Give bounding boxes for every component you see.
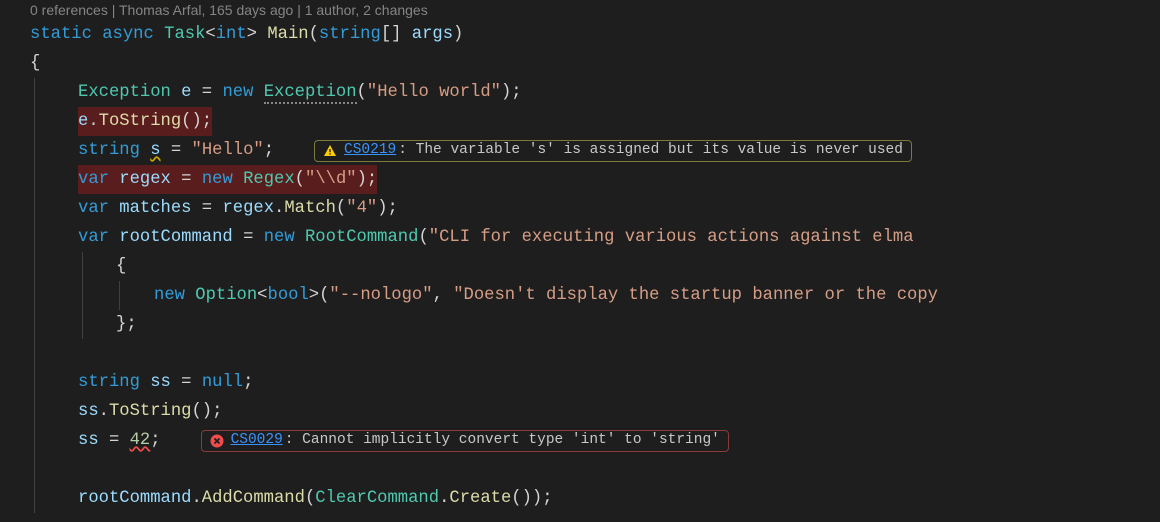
string-literal: "\\d": [305, 170, 357, 189]
keyword-var: var: [78, 199, 109, 218]
var-s: s: [150, 141, 160, 160]
keyword-string: string: [78, 373, 140, 392]
string-literal: "--nologo": [329, 286, 432, 305]
code-line-tostring-1: e.ToString();: [0, 107, 1160, 136]
codelens[interactable]: 0 references | Thomas Arfal, 165 days ag…: [0, 0, 1160, 20]
method-match: Match: [284, 199, 336, 218]
keyword-string: string: [78, 141, 140, 160]
string-literal: "Hello world": [367, 83, 501, 102]
diagnostic-message: : The variable 's' is assigned but its v…: [398, 136, 903, 165]
ctor-rootcommand: RootCommand: [305, 228, 418, 247]
code-line-option: new Option<bool>("--nologo", "Doesn't di…: [0, 281, 1160, 310]
code-line-open-brace: {: [0, 49, 1160, 78]
method-tostring: ToString: [109, 402, 192, 421]
ctor-option: Option: [195, 286, 257, 305]
diagnostic-code-link[interactable]: CS0029: [231, 426, 283, 455]
diagnostic-message: : Cannot implicitly convert type 'int' t…: [285, 426, 720, 455]
var-matches: matches: [119, 199, 191, 218]
keyword-bool: bool: [268, 286, 309, 305]
param-args: args: [412, 25, 453, 44]
type-task: Task: [164, 25, 205, 44]
ctor-regex: Regex: [243, 170, 295, 189]
code-line-addcommand: rootCommand.AddCommand(ClearCommand.Crea…: [0, 484, 1160, 513]
var-rootcommand: rootCommand: [119, 228, 232, 247]
string-literal: "Doesn't display the startup banner or t…: [453, 286, 938, 305]
code-line-blank: [0, 339, 1160, 368]
inline-diagnostic-warning[interactable]: CS0219 : The variable 's' is assigned bu…: [314, 140, 912, 162]
keyword-new: new: [222, 83, 253, 102]
var-regex: regex: [222, 199, 274, 218]
code-line-initializer-close: };: [0, 310, 1160, 339]
keyword-var: var: [78, 170, 109, 189]
code-line-rootcommand: var rootCommand = new RootCommand("CLI f…: [0, 223, 1160, 252]
var-regex: regex: [119, 170, 171, 189]
code-line-signature: static async Task<int> Main(string[] arg…: [0, 20, 1160, 49]
ctor-exception: Exception: [264, 83, 357, 104]
code-line-matches: var matches = regex.Match("4");: [0, 194, 1160, 223]
warning-icon: [323, 144, 337, 158]
keyword-static: static: [30, 25, 92, 44]
method-main: Main: [267, 25, 308, 44]
var-rootcommand: rootCommand: [78, 489, 191, 508]
string-literal: "4": [346, 199, 377, 218]
code-line-exception-decl: Exception e = new Exception("Hello world…: [0, 78, 1160, 107]
method-tostring: ToString: [99, 112, 182, 131]
type-clearcommand: ClearCommand: [315, 489, 439, 508]
method-create: Create: [449, 489, 511, 508]
keyword-string: string: [319, 25, 381, 44]
string-literal: "CLI for executing various actions again…: [429, 228, 914, 247]
code-line-regex: var regex = new Regex("\\d");: [0, 165, 1160, 194]
string-literal: "Hello": [192, 141, 264, 160]
keyword-var: var: [78, 228, 109, 247]
inline-diagnostic-error[interactable]: CS0029 : Cannot implicitly convert type …: [201, 430, 729, 452]
var-ss: ss: [78, 431, 99, 450]
code-line-ss-tostring: ss.ToString();: [0, 397, 1160, 426]
code-line-blank: [0, 455, 1160, 484]
code-line-initializer-open: {: [0, 252, 1160, 281]
var-ss: ss: [78, 402, 99, 421]
var-e: e: [181, 83, 191, 102]
number-literal: 42: [130, 431, 151, 450]
code-line-ss-decl: string ss = null;: [0, 368, 1160, 397]
type-exception: Exception: [78, 83, 171, 102]
code-line-string-s: string s = "Hello"; CS0219 : The variabl…: [0, 136, 1160, 165]
var-ss: ss: [150, 373, 171, 392]
keyword-int: int: [216, 25, 247, 44]
code-line-ss-assign: ss = 42; CS0029 : Cannot implicitly conv…: [0, 426, 1160, 455]
keyword-new: new: [154, 286, 185, 305]
keyword-new: new: [202, 170, 233, 189]
var-e: e: [78, 112, 88, 131]
error-icon: [210, 434, 224, 448]
method-addcommand: AddCommand: [202, 489, 305, 508]
diagnostic-code-link[interactable]: CS0219: [344, 136, 396, 165]
keyword-async: async: [102, 25, 154, 44]
keyword-new: new: [264, 228, 295, 247]
keyword-null: null: [202, 373, 243, 392]
